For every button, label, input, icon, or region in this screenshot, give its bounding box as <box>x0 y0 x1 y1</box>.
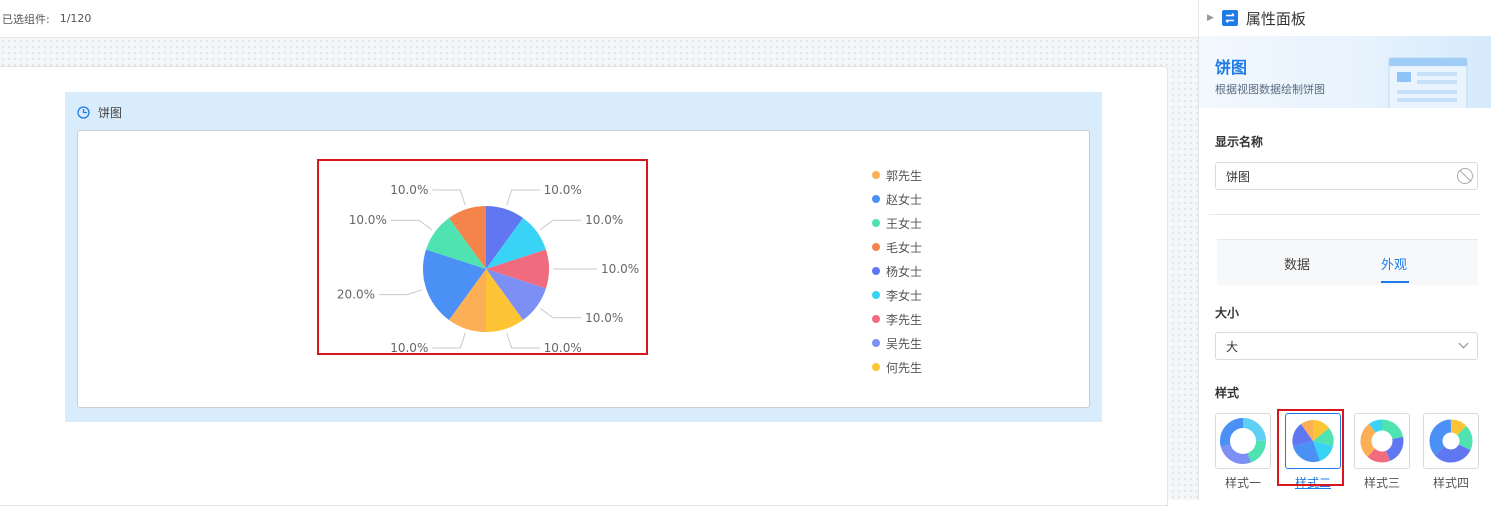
style-option-4-label[interactable]: 样式四 <box>1423 474 1479 491</box>
banner-subtitle: 根据视图数据绘制饼图 <box>1215 83 1325 96</box>
tab-data[interactable]: 数据 <box>1284 254 1310 273</box>
widget-title: 饼图 <box>98 106 123 120</box>
size-select[interactable]: 大 <box>1215 332 1478 360</box>
component-banner: 饼图 根据视图数据绘制饼图 <box>1199 36 1491 108</box>
legend-item[interactable]: 何先生 <box>872 355 922 379</box>
highlight-box-style <box>1277 409 1344 486</box>
panel-header: ▶ 属性面板 <box>1199 0 1491 36</box>
legend-item[interactable]: 郭先生 <box>872 163 922 187</box>
legend-dot <box>872 291 880 299</box>
legend-label: 吴先生 <box>886 336 923 351</box>
legend-label: 何先生 <box>886 360 923 375</box>
selected-components-count: 1/120 <box>59 12 92 25</box>
style-option-3-label[interactable]: 样式三 <box>1354 474 1410 491</box>
legend-dot <box>872 267 880 275</box>
legend-dot <box>872 315 880 323</box>
style-option-1-label[interactable]: 样式一 <box>1215 474 1271 491</box>
size-label: 大小 <box>1215 306 1240 320</box>
tab-appearance[interactable]: 外观 <box>1381 254 1407 273</box>
pie-chart-icon <box>77 106 90 119</box>
legend-dot <box>872 171 880 179</box>
selected-components-label: 已选组件: <box>2 12 50 26</box>
active-tab-indicator <box>1381 281 1409 283</box>
legend-item[interactable]: 赵女士 <box>872 187 922 211</box>
legend-dot <box>872 243 880 251</box>
divider <box>1209 214 1481 215</box>
style-option-3[interactable] <box>1354 413 1410 469</box>
clear-icon[interactable] <box>1457 168 1473 184</box>
donut-icon <box>1360 419 1404 463</box>
legend-item[interactable]: 王女士 <box>872 211 922 235</box>
legend-label: 王女士 <box>886 216 923 231</box>
legend-item[interactable]: 李先生 <box>872 307 922 331</box>
display-name-value: 饼图 <box>1226 169 1251 184</box>
display-name-input[interactable]: 饼图 <box>1215 162 1478 190</box>
donut-thick-icon <box>1429 419 1473 463</box>
legend-label: 李女士 <box>886 288 923 303</box>
collapse-triangle-icon[interactable]: ▶ <box>1207 13 1214 23</box>
top-bar: 已选组件: 1/120 <box>0 0 1198 38</box>
legend-label: 赵女士 <box>886 192 923 207</box>
property-panel: ▶ 属性面板 饼图 根据视图数据绘制饼图 显示名称 饼图 数据 外观 大小 大 … <box>1198 0 1491 500</box>
panel-settings-icon <box>1221 10 1238 26</box>
legend-dot <box>872 219 880 227</box>
legend-label: 李先生 <box>886 312 923 327</box>
style-option-1[interactable] <box>1215 413 1271 469</box>
donut-thin-icon <box>1220 418 1266 464</box>
style-option-4[interactable] <box>1423 413 1479 469</box>
legend-label: 毛女士 <box>886 240 923 255</box>
panel-tabs: 数据 外观 <box>1217 239 1478 285</box>
legend-dot <box>872 363 880 371</box>
chevron-down-icon <box>1458 338 1469 349</box>
legend-label: 杨女士 <box>886 264 923 279</box>
chart-legend: 郭先生赵女士王女士毛女士杨女士李女士李先生吴先生何先生 <box>872 163 922 379</box>
legend-item[interactable]: 毛女士 <box>872 235 922 259</box>
legend-item[interactable]: 李女士 <box>872 283 922 307</box>
banner-illustration-icon <box>1388 57 1468 108</box>
display-name-label: 显示名称 <box>1215 135 1264 149</box>
style-label: 样式 <box>1215 386 1240 400</box>
banner-title: 饼图 <box>1215 58 1248 77</box>
panel-title: 属性面板 <box>1245 9 1306 28</box>
widget-header: 饼图 <box>77 104 122 121</box>
legend-item[interactable]: 吴先生 <box>872 331 922 355</box>
legend-dot <box>872 339 880 347</box>
highlight-box-chart <box>317 159 648 355</box>
legend-dot <box>872 195 880 203</box>
legend-label: 郭先生 <box>886 168 923 183</box>
size-select-value: 大 <box>1226 339 1239 354</box>
legend-item[interactable]: 杨女士 <box>872 259 922 283</box>
